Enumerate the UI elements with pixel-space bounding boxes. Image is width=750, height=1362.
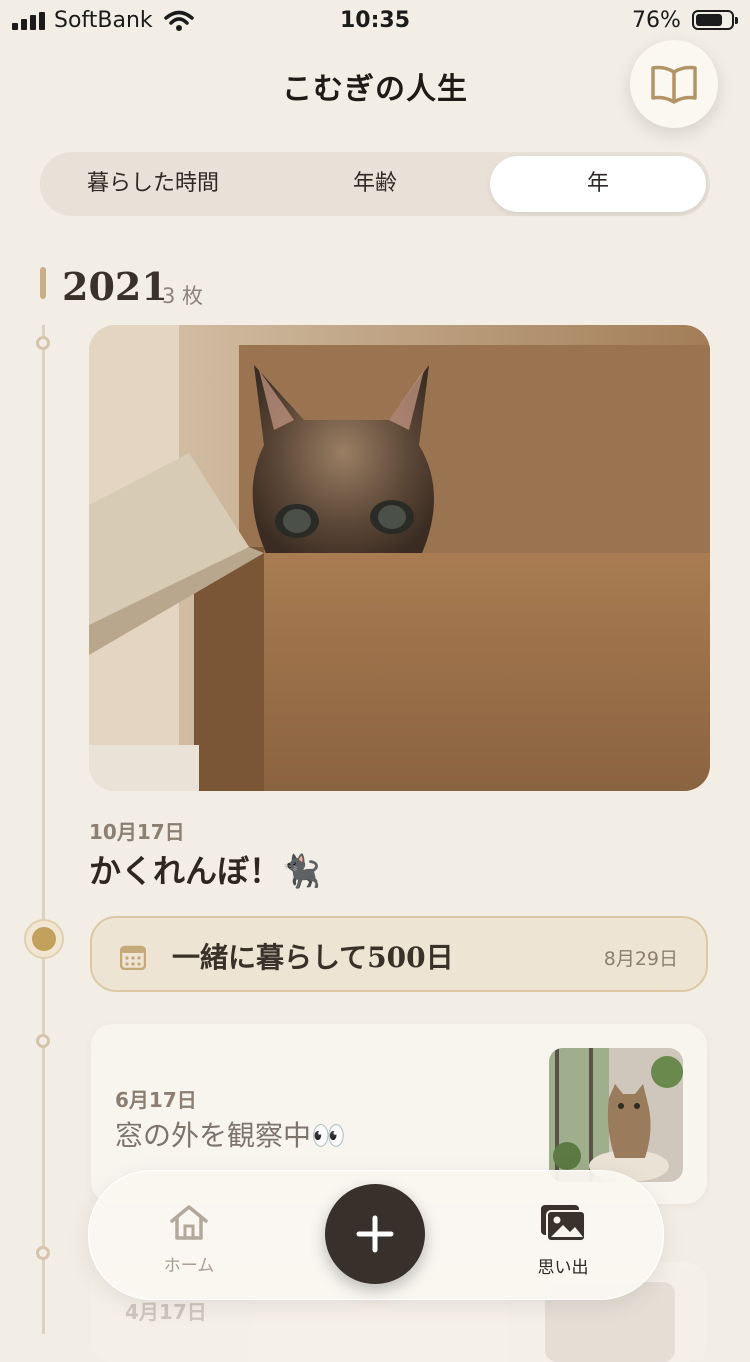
milestone-card[interactable]: 一緒に暮らして500日 8月29日 — [90, 916, 708, 992]
memory-thumbnail — [549, 1048, 683, 1182]
timeline-dot — [36, 336, 50, 350]
calendar-icon — [120, 945, 146, 970]
status-bar: SoftBank 10:35 76% — [0, 0, 750, 44]
timeline-milestone-dot — [24, 919, 64, 959]
memory-photo-kitten-in-box[interactable] — [89, 325, 710, 791]
segment-year[interactable]: 年 — [490, 156, 706, 212]
battery-icon — [692, 10, 738, 30]
entry-title: 窓の外を観察中👀 — [115, 1119, 346, 1152]
book-open-icon — [651, 65, 697, 104]
tab-home-label: ホーム — [163, 1256, 215, 1276]
entry-date: 10月17日 — [89, 820, 185, 844]
album-button[interactable] — [630, 40, 718, 128]
view-mode-segmented-control: 暮らした時間 年齢 年 — [40, 152, 710, 216]
milestone-label: 一緒に暮らして500日 — [172, 941, 454, 974]
tab-memories-label: 思い出 — [537, 1258, 589, 1278]
kitten-by-window-photo — [549, 1048, 683, 1182]
add-memory-button[interactable] — [325, 1184, 425, 1284]
photo-count: 3 枚 — [162, 284, 204, 308]
timeline-line — [42, 325, 45, 1334]
photos-icon — [541, 1205, 586, 1242]
plus-icon — [356, 1215, 394, 1253]
timeline-dot — [36, 1246, 50, 1260]
segment-time-lived[interactable]: 暮らした時間 — [44, 156, 262, 212]
home-icon — [170, 1205, 208, 1240]
entry-date: 6月17日 — [115, 1088, 197, 1112]
battery-percentage: 76% — [632, 8, 681, 33]
kitten-in-box-photo — [89, 325, 710, 791]
timeline-dot — [36, 1034, 50, 1048]
milestone-date: 8月29日 — [603, 948, 678, 970]
segment-age[interactable]: 年齢 — [266, 156, 484, 212]
year-accent-bar — [40, 267, 46, 299]
entry-date: 4月17日 — [125, 1300, 207, 1324]
tab-home[interactable]: ホーム — [129, 1203, 249, 1276]
year-heading: 2021 — [62, 264, 168, 309]
entry-title: かくれんぼ！🐈‍⬛ — [89, 852, 321, 890]
tab-memories[interactable]: 思い出 — [503, 1203, 623, 1278]
